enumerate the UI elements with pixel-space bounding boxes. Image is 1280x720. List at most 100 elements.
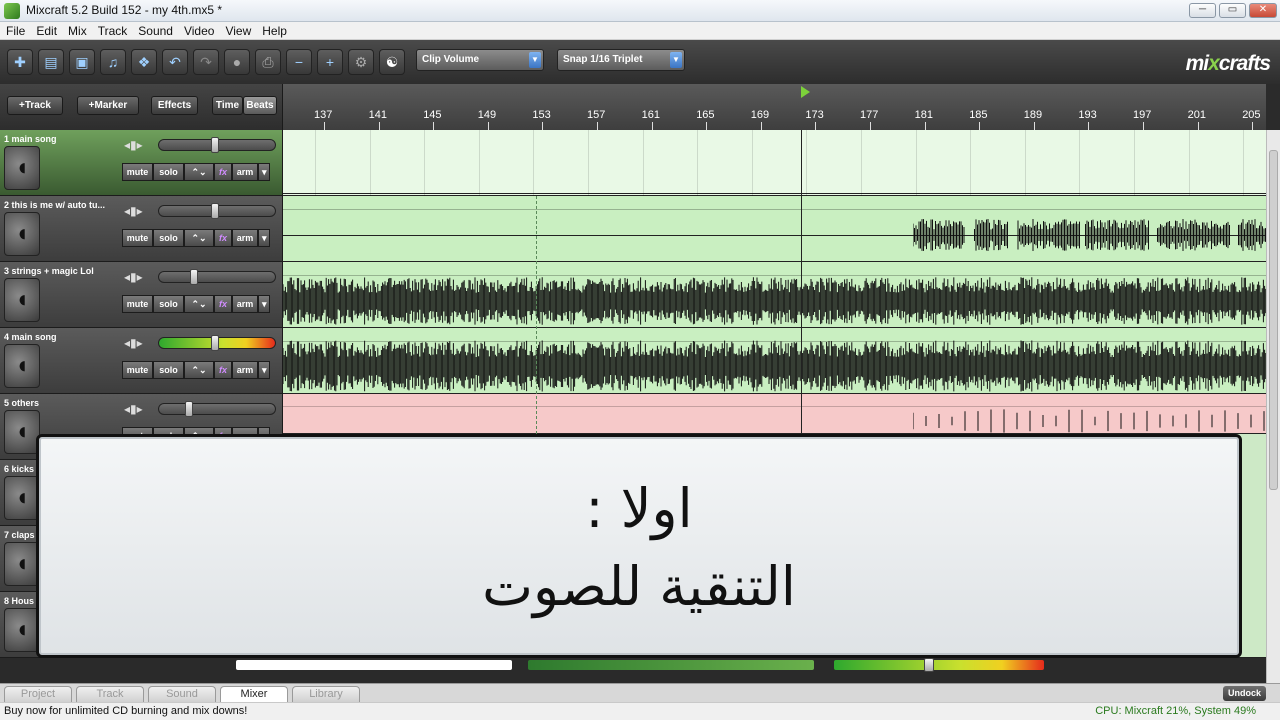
master-volume-meter[interactable] <box>834 660 1044 670</box>
menu-file[interactable]: File <box>0 23 30 38</box>
speaker-icon[interactable]: ◖ <box>4 608 40 652</box>
redo-icon[interactable]: ↷ <box>193 49 219 75</box>
solo-button[interactable]: solo <box>153 229 184 247</box>
track-lane-2[interactable] <box>283 196 1266 262</box>
track-name[interactable]: 5 others <box>4 398 122 408</box>
scrollbar-thumb[interactable] <box>1269 150 1278 490</box>
speaker-icon[interactable]: ◖ <box>4 146 40 190</box>
maximize-button[interactable]: ▭ <box>1219 3 1246 18</box>
close-button[interactable]: ✕ <box>1249 3 1277 18</box>
speaker-icon[interactable]: ◖ <box>4 410 40 454</box>
metronome-icon[interactable]: ☯ <box>379 49 405 75</box>
tab-project[interactable]: Project <box>4 686 72 702</box>
track-name[interactable]: 2 this is me w/ auto tu... <box>4 200 122 210</box>
track-lane-1[interactable] <box>283 130 1266 196</box>
volume-slider[interactable] <box>158 335 276 351</box>
automation-icon[interactable]: ⌃⌄ <box>184 295 214 313</box>
effects-button[interactable]: Effects <box>151 96 198 115</box>
mute-button[interactable]: mute <box>122 163 153 181</box>
volume-slider[interactable] <box>158 401 276 417</box>
volume-knob[interactable] <box>185 401 193 417</box>
timeline-ruler[interactable]: 137 141 145 149 153 157 161 165 169 173 177 181 185 1… <box>283 84 1266 130</box>
automation-icon[interactable]: ⌃⌄ <box>184 229 214 247</box>
speaker-icon[interactable]: ◖ <box>4 476 40 520</box>
minimize-button[interactable]: ─ <box>1189 3 1216 18</box>
automation-icon[interactable]: ⌃⌄ <box>184 163 214 181</box>
volume-knob[interactable] <box>211 203 219 219</box>
arm-button[interactable]: arm <box>232 229 258 247</box>
tab-mixer[interactable]: Mixer <box>220 686 288 702</box>
new-project-icon[interactable]: ✚ <box>7 49 33 75</box>
track-header[interactable]: 3 strings + magic Lol ◖ ◂▮▸ mute solo ⌃⌄ fx arm… <box>0 262 283 328</box>
pan-control[interactable]: ◂▮▸ <box>124 138 154 152</box>
add-marker-button[interactable]: +Marker <box>77 96 139 115</box>
speaker-icon[interactable]: ◖ <box>4 212 40 256</box>
solo-button[interactable]: solo <box>153 295 184 313</box>
undo-icon[interactable]: ↶ <box>162 49 188 75</box>
volume-knob[interactable] <box>190 269 199 285</box>
pan-control[interactable]: ◂▮▸ <box>124 204 154 218</box>
speaker-icon[interactable]: ◖ <box>4 278 40 322</box>
track-name[interactable]: 3 strings + magic Lol <box>4 266 122 276</box>
arm-dropdown-icon[interactable]: ▾ <box>258 163 270 181</box>
track-lane-3[interactable] <box>283 262 1266 328</box>
solo-button[interactable]: solo <box>153 361 184 379</box>
tab-sound[interactable]: Sound <box>148 686 216 702</box>
clip-volume-dropdown[interactable]: Clip Volume ▼ <box>416 49 544 71</box>
volume-slider[interactable] <box>158 203 276 219</box>
mute-button[interactable]: mute <box>122 361 153 379</box>
speaker-icon[interactable]: ◖ <box>4 344 40 388</box>
snap-dropdown[interactable]: Snap 1/16 Triplet ▼ <box>557 49 685 71</box>
fx-button[interactable]: fx <box>214 361 232 379</box>
add-track-button[interactable]: +Track <box>7 96 63 115</box>
solo-button[interactable]: solo <box>153 163 184 181</box>
pan-control[interactable]: ◂▮▸ <box>124 270 154 284</box>
menu-mix[interactable]: Mix <box>62 23 92 38</box>
zoom-in-icon[interactable]: + <box>317 49 343 75</box>
arm-dropdown-icon[interactable]: ▾ <box>258 295 270 313</box>
arm-button[interactable]: arm <box>232 361 258 379</box>
undock-button[interactable]: Undock <box>1222 686 1266 701</box>
speaker-icon[interactable]: ◖ <box>4 542 40 586</box>
add-sound-icon[interactable]: ♫ <box>100 49 126 75</box>
save-icon[interactable]: ▣ <box>69 49 95 75</box>
pan-control[interactable]: ◂▮▸ <box>124 402 154 416</box>
open-project-icon[interactable]: ▤ <box>38 49 64 75</box>
arm-dropdown-icon[interactable]: ▾ <box>258 229 270 247</box>
playhead-marker-icon[interactable] <box>801 86 810 98</box>
vertical-scrollbar[interactable] <box>1266 130 1280 683</box>
automation-icon[interactable]: ⌃⌄ <box>184 361 214 379</box>
tab-library[interactable]: Library <box>292 686 360 702</box>
menu-sound[interactable]: Sound <box>132 23 178 38</box>
mute-button[interactable]: mute <box>122 295 153 313</box>
menu-view[interactable]: View <box>219 23 256 38</box>
menu-help[interactable]: Help <box>256 23 292 38</box>
arm-dropdown-icon[interactable]: ▾ <box>258 361 270 379</box>
record-icon[interactable]: ● <box>224 49 250 75</box>
track-header[interactable]: 1 main song ◖ ◂▮▸ mute solo ⌃⌄ fx arm ▾ <box>0 130 283 196</box>
master-volume-knob[interactable] <box>924 658 934 672</box>
tab-track[interactable]: Track <box>76 686 144 702</box>
track-header[interactable]: 4 main song ◖ ◂▮▸ mute solo ⌃⌄ fx arm ▾ <box>0 328 283 394</box>
menu-track[interactable]: Track <box>92 23 133 38</box>
volume-slider[interactable] <box>158 269 276 285</box>
mute-button[interactable]: mute <box>122 229 153 247</box>
pan-control[interactable]: ◂▮▸ <box>124 336 154 350</box>
track-lane-4[interactable] <box>283 328 1266 394</box>
track-name[interactable]: 4 main song <box>4 332 122 342</box>
time-button[interactable]: Time <box>212 96 243 115</box>
fx-button[interactable]: fx <box>214 163 232 181</box>
menu-edit[interactable]: Edit <box>30 23 62 38</box>
track-lane-5[interactable] <box>283 394 1266 434</box>
volume-knob[interactable] <box>211 335 219 351</box>
fx-button[interactable]: fx <box>214 295 232 313</box>
zoom-out-icon[interactable]: − <box>286 49 312 75</box>
beats-button[interactable]: Beats <box>243 96 277 115</box>
track-header[interactable]: 2 this is me w/ auto tu... ◖ ◂▮▸ mute solo ⌃⌄… <box>0 196 283 262</box>
volume-knob[interactable] <box>211 137 219 153</box>
menu-video[interactable]: Video <box>178 23 219 38</box>
fx-button[interactable]: fx <box>214 229 232 247</box>
print-icon[interactable]: ⎙ <box>255 49 281 75</box>
arm-button[interactable]: arm <box>232 163 258 181</box>
track-name[interactable]: 1 main song <box>4 134 122 144</box>
